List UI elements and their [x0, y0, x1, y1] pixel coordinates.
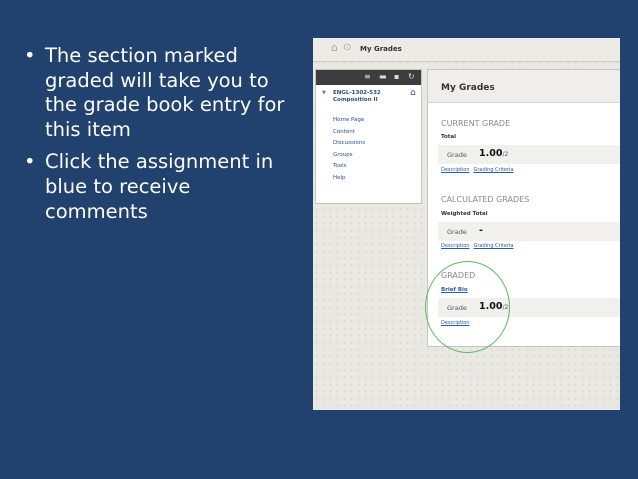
top-bar: ⌂ ⊙ My Grades [313, 38, 620, 62]
course-menu-items: Home Page Content Discussions Groups Too… [333, 115, 365, 184]
link-row: Description Grading Criteria [441, 243, 517, 249]
panel-header: My Grades [428, 70, 620, 103]
breadcrumb[interactable]: My Grades [360, 45, 402, 53]
course-menu: ≡ ▬ ▪ ↻ ▼ ENGL-1302-532 Composition II ⌂… [315, 69, 422, 204]
slide: • The section marked graded will take yo… [0, 0, 638, 479]
grade-label: Grade [447, 228, 467, 236]
grade-row: Grade - [438, 222, 620, 241]
bullet-text: Click the assignment in blue to receive … [45, 150, 274, 223]
grading-criteria-link[interactable]: Grading Criteria [473, 167, 513, 173]
bullet-dot: • [24, 150, 36, 174]
gear-icon[interactable]: ⊙ [343, 42, 351, 53]
course-title[interactable]: ENGL-1302-532 Composition II [333, 90, 381, 103]
home-icon[interactable]: ⌂ [331, 41, 338, 54]
bullet-text: The section marked graded will take you … [45, 44, 285, 141]
menu-item-home-page[interactable]: Home Page [333, 115, 365, 127]
menu-toolbar: ≡ ▬ ▪ ↻ [316, 70, 421, 85]
description-link[interactable]: Description [441, 243, 469, 249]
calculated-grades-heading: CALCULATED GRADES [441, 195, 530, 204]
panel-title: My Grades [441, 83, 495, 93]
weighted-total-label: Weighted Total [441, 211, 488, 217]
current-grade-heading: CURRENT GRADE [441, 119, 511, 128]
folder-icon[interactable]: ▬ [379, 72, 387, 81]
bullet-item: • Click the assignment in blue to receiv… [24, 150, 294, 224]
bullet-list: • The section marked graded will take yo… [24, 44, 294, 232]
grade-row: Grade 1.00/2 [438, 145, 620, 164]
highlight-circle [425, 261, 510, 353]
menu-item-discussions[interactable]: Discussions [333, 138, 365, 150]
course-home-icon[interactable]: ⌂ [410, 88, 416, 98]
grade-label: Grade [447, 151, 467, 159]
grade-value: 1.00/2 [479, 148, 509, 159]
grading-criteria-link[interactable]: Grading Criteria [473, 243, 513, 249]
bullet-item: • The section marked graded will take yo… [24, 44, 294, 142]
description-link[interactable]: Description [441, 167, 469, 173]
grade-value: - [479, 225, 483, 236]
refresh-icon[interactable]: ↻ [408, 72, 415, 81]
collapse-caret-icon[interactable]: ▼ [322, 90, 326, 96]
link-row: Description Grading Criteria [441, 167, 517, 173]
menu-item-tools[interactable]: Tools [333, 161, 365, 173]
bullet-dot: • [24, 44, 36, 67]
embedded-screenshot: ⌂ ⊙ My Grades ≡ ▬ ▪ ↻ ▼ ENGL-1302-532 Co… [313, 38, 620, 410]
list-icon[interactable]: ≡ [364, 72, 371, 81]
menu-item-content[interactable]: Content [333, 127, 365, 139]
total-label: Total [441, 134, 457, 140]
menu-item-groups[interactable]: Groups [333, 150, 365, 162]
menu-item-help[interactable]: Help [333, 173, 365, 185]
window-icon[interactable]: ▪ [394, 72, 399, 81]
